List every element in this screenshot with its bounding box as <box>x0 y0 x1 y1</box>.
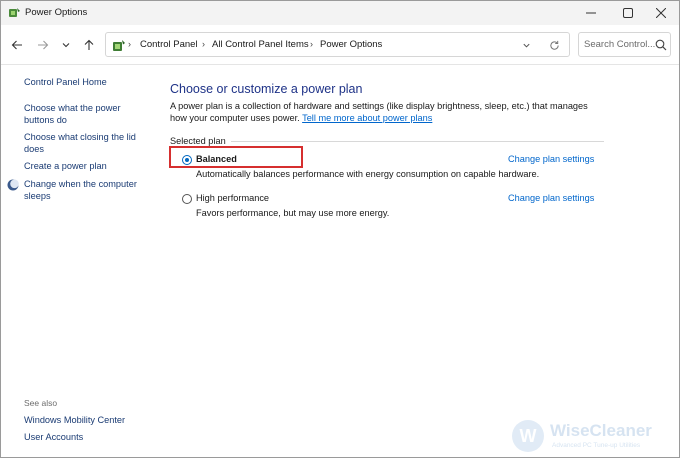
control-panel-icon <box>113 40 125 51</box>
recent-locations-button[interactable] <box>58 37 74 53</box>
breadcrumb-power-options[interactable]: Power Options <box>320 39 382 50</box>
sidebar-user-accounts[interactable]: User Accounts <box>24 432 142 444</box>
address-bar[interactable]: › Control Panel › All Control Panel Item… <box>105 32 570 57</box>
breadcrumb-separator: › <box>202 39 205 49</box>
up-button[interactable] <box>81 37 97 53</box>
plan-description-high-performance: Favors performance, but may use more ene… <box>196 208 390 218</box>
watermark-name: WiseCleaner <box>550 421 652 440</box>
wisecleaner-watermark: W WiseCleaner Advanced PC Tune-up Utilit… <box>512 419 672 453</box>
breadcrumb-control-panel[interactable]: Control Panel <box>140 39 198 50</box>
back-button[interactable] <box>9 37 25 53</box>
wisecleaner-logo: W <box>512 420 544 452</box>
plan-name-high-performance[interactable]: High performance <box>196 193 269 203</box>
main-content: Choose or customize a power plan A power… <box>159 66 679 458</box>
sidebar-computer-sleeps[interactable]: Change when the computer sleeps <box>24 179 142 202</box>
maximize-icon <box>623 8 633 18</box>
chevron-down-icon <box>522 43 530 48</box>
refresh-button[interactable] <box>547 38 561 52</box>
maximize-button[interactable] <box>610 1 646 25</box>
address-dropdown-button[interactable] <box>519 39 533 51</box>
sidebar-create-plan[interactable]: Create a power plan <box>24 161 142 173</box>
minimize-button[interactable] <box>573 1 609 25</box>
breadcrumb-all-items[interactable]: All Control Panel Items <box>212 39 309 50</box>
balanced-radio[interactable] <box>182 155 192 165</box>
forward-button[interactable] <box>35 37 51 53</box>
power-options-window: Power Options › Control Panel › All Cont… <box>0 0 680 458</box>
high-performance-change-settings-link[interactable]: Change plan settings <box>508 193 594 203</box>
high-performance-radio[interactable] <box>182 194 192 204</box>
arrow-up-icon <box>84 39 94 50</box>
sidebar: Control Panel Home Choose what the power… <box>1 66 159 458</box>
sidebar-power-buttons[interactable]: Choose what the power buttons do <box>24 103 142 126</box>
page-title: Choose or customize a power plan <box>170 82 363 96</box>
power-options-app-icon <box>9 8 20 17</box>
section-divider <box>231 141 604 142</box>
search-input[interactable]: Search Control... <box>584 39 655 50</box>
see-also-label: See also <box>24 398 58 408</box>
arrow-right-icon <box>38 40 49 50</box>
breadcrumb-separator: › <box>310 39 313 49</box>
watermark-tagline: Advanced PC Tune-up Utilities <box>552 442 641 449</box>
selected-plan-label: Selected plan <box>170 136 226 146</box>
refresh-icon <box>549 40 559 50</box>
close-button[interactable] <box>643 1 679 25</box>
sidebar-control-panel-home[interactable]: Control Panel Home <box>24 77 142 89</box>
search-box[interactable]: Search Control... <box>578 32 671 57</box>
power-plans-help-link[interactable]: Tell me more about power plans <box>302 113 432 123</box>
sidebar-closing-lid[interactable]: Choose what closing the lid does <box>24 132 142 155</box>
search-icon[interactable] <box>655 39 667 51</box>
page-description: A power plan is a collection of hardware… <box>170 101 595 124</box>
plan-description-balanced: Automatically balances performance with … <box>196 169 540 179</box>
minimize-icon <box>586 12 596 14</box>
navigation-bar: › Control Panel › All Control Panel Item… <box>1 25 679 65</box>
sidebar-mobility-center[interactable]: Windows Mobility Center <box>24 415 142 427</box>
sleep-moon-icon <box>7 179 19 191</box>
plan-name-balanced[interactable]: Balanced <box>196 154 237 164</box>
chevron-down-icon <box>62 43 70 48</box>
breadcrumb-separator: › <box>128 39 131 49</box>
window-title: Power Options <box>25 7 88 18</box>
balanced-change-settings-link[interactable]: Change plan settings <box>508 154 594 164</box>
arrow-left-icon <box>11 40 22 50</box>
close-icon <box>656 8 666 18</box>
title-bar[interactable]: Power Options <box>1 1 679 25</box>
